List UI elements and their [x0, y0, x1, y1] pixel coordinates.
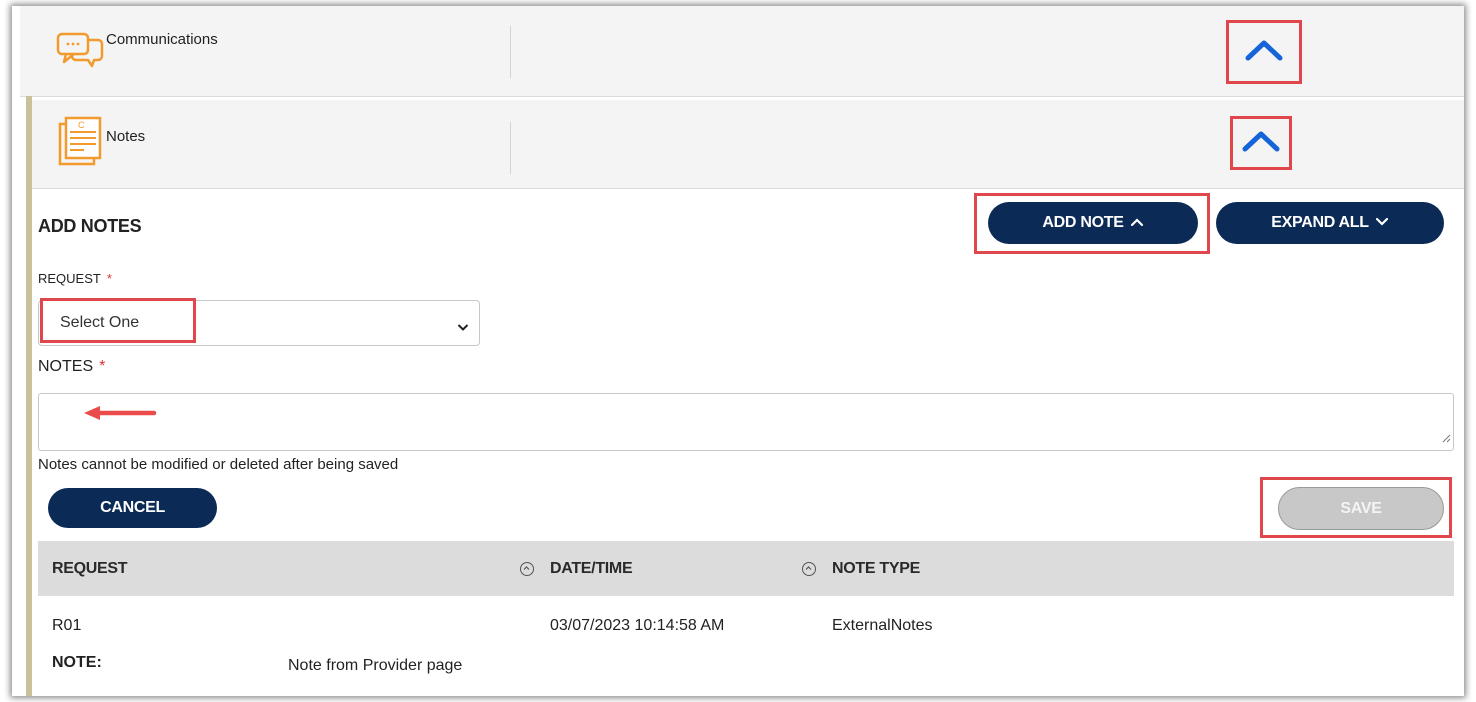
highlight-box [40, 298, 196, 343]
row-datetime: 03/07/2023 10:14:58 AM [550, 617, 725, 634]
chevron-down-icon [1375, 214, 1389, 232]
row-request: R01 [52, 617, 82, 634]
app-window: Communications C Notes ADD NOTES ADD NOT… [12, 6, 1464, 696]
notes-title: Notes [106, 128, 146, 145]
expand-all-button[interactable]: EXPAND ALL [1216, 202, 1444, 244]
sort-icon[interactable] [520, 561, 534, 576]
communications-title: Communications [106, 31, 218, 48]
add-note-button[interactable]: ADD NOTE [988, 202, 1198, 244]
row-note-label: NOTE: [52, 654, 102, 671]
arrow-left-icon [76, 403, 158, 428]
chevron-down-icon [457, 319, 469, 337]
required-asterisk: * [99, 358, 106, 375]
row-note-type: ExternalNotes [832, 617, 933, 634]
save-button[interactable]: SAVE [1278, 487, 1444, 530]
notes-textarea[interactable] [38, 393, 1454, 451]
save-label: SAVE [1340, 499, 1382, 517]
add-note-label: ADD NOTE [1042, 214, 1124, 231]
resize-handle-icon[interactable] [1441, 430, 1451, 448]
chevron-up-icon [1241, 129, 1281, 158]
cancel-label: CANCEL [100, 499, 165, 516]
notes-disclaimer: Notes cannot be modified or deleted afte… [38, 456, 399, 473]
notes-label: NOTES * [38, 358, 105, 376]
add-notes-heading: ADD NOTES [38, 216, 142, 236]
notes-label-text: NOTES [38, 358, 94, 375]
chevron-up-icon [1244, 38, 1284, 67]
expand-all-label: EXPAND ALL [1271, 214, 1369, 231]
column-header-label: NOTE TYPE [832, 559, 920, 577]
request-label-text: REQUEST [38, 271, 101, 286]
notes-document-icon: C [54, 110, 106, 170]
collapse-communications-button[interactable] [1226, 20, 1302, 84]
divider [510, 122, 511, 174]
svg-text:C: C [78, 120, 85, 130]
divider [510, 26, 511, 78]
chat-bubbles-icon [54, 24, 108, 70]
row-note-text: Note from Provider page [288, 657, 463, 674]
chevron-up-icon [1130, 214, 1144, 232]
column-header-datetime[interactable]: DATE/TIME [520, 541, 633, 596]
request-label: REQUEST * [38, 271, 112, 286]
notes-table-header: REQUEST DATE/TIME NOTE TYPE [38, 541, 1454, 596]
required-asterisk: * [106, 271, 112, 286]
collapse-notes-button[interactable] [1230, 116, 1292, 170]
cancel-button[interactable]: CANCEL [48, 488, 217, 528]
column-header-label: REQUEST [52, 559, 128, 577]
column-header-request[interactable]: REQUEST [52, 541, 128, 596]
column-header-label: DATE/TIME [550, 559, 633, 577]
column-header-note-type[interactable]: NOTE TYPE [802, 541, 920, 596]
sort-icon[interactable] [802, 561, 816, 576]
